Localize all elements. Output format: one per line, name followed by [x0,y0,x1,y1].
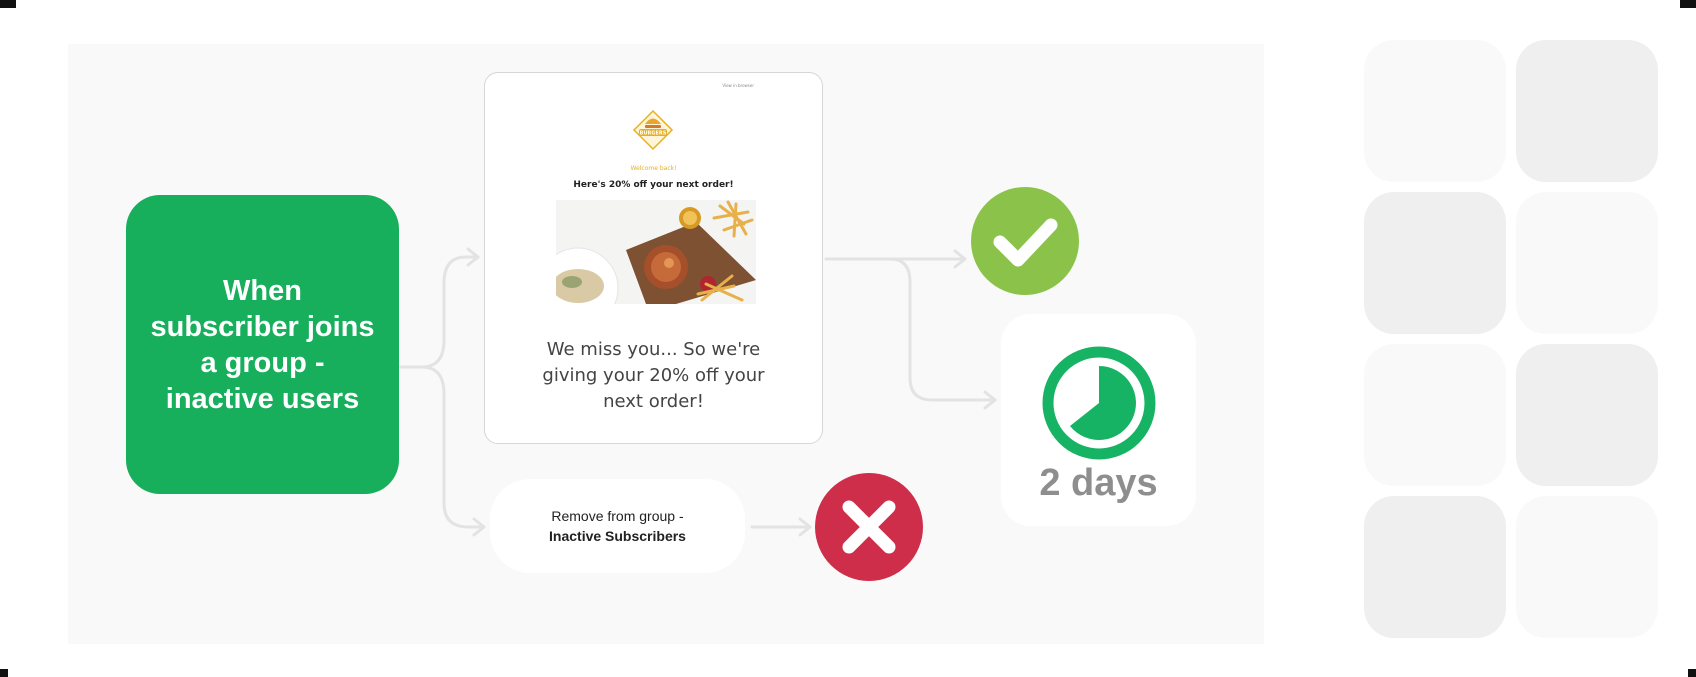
food-photo [556,200,756,304]
decorative-tile [1364,40,1506,182]
decorative-tile [1516,192,1658,334]
decorative-tile [1364,192,1506,334]
corner-mark [0,669,8,677]
delay-label: 2 days [1039,462,1158,504]
decorative-tile [1516,496,1658,638]
delay-node[interactable]: 2 days [1001,314,1196,526]
email-headline: Here's 20% off your next order! [573,180,734,190]
corner-mark [1680,0,1696,8]
action-group-name: Inactive Subscribers [549,528,686,544]
trigger-node[interactable]: When subscriber joins a group - inactive… [126,195,399,494]
view-in-browser-link[interactable]: View in browser [722,83,754,88]
decorative-tile [1364,496,1506,638]
clock-icon [1042,346,1156,460]
trigger-label: When subscriber joins a group - inactive… [150,274,375,415]
corner-mark [0,0,16,8]
decorative-tile [1364,344,1506,486]
action-label: Remove from group - [551,508,684,524]
decorative-tile [1516,40,1658,182]
email-welcome: Welcome back! [630,165,677,172]
corner-mark [1688,669,1696,677]
x-icon [815,473,923,581]
decorative-tile [1516,344,1658,486]
burgers-logo: BURGERS [632,109,674,151]
email-preview-card[interactable]: View in browser BURGERS Welcome back! He… [484,72,823,444]
check-icon [971,187,1079,295]
svg-text:BURGERS: BURGERS [640,131,667,137]
remove-from-group-node[interactable]: Remove from group - Inactive Subscribers [490,479,745,573]
email-body-text: We miss you... So we're giving your 20% … [542,339,765,412]
